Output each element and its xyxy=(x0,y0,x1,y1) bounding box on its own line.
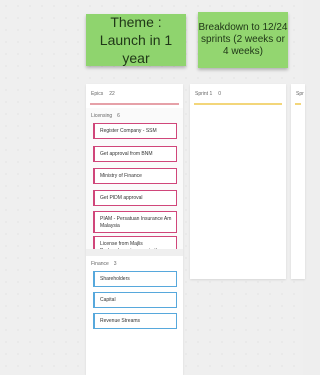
card-text: Ministry of Finance xyxy=(100,173,142,179)
column-title: Epics xyxy=(91,91,104,97)
swimlane-title: Finance xyxy=(91,261,109,267)
card-revenue-streams[interactable]: Revenue Streams xyxy=(93,313,177,329)
sticky-note-text: Breakdown to 12/24 sprints (2 weeks or 4… xyxy=(198,22,288,57)
column-sprint-2[interactable]: Spr xyxy=(291,84,305,279)
card-bnm-approval[interactable]: Get approval from BNM xyxy=(93,146,177,162)
card-text: Get PIDM approval xyxy=(100,195,143,201)
swimlane-header: Licensing 6 xyxy=(86,108,183,122)
card-text: Revenue Streams xyxy=(100,318,141,324)
card-piam[interactable]: PIAM - Persatuan Insurance Am Malaysia xyxy=(93,211,177,233)
swimlane-title: Licensing xyxy=(91,113,113,119)
column-count: 0 xyxy=(218,91,222,97)
sticky-note-text: Theme : Launch in 1 year xyxy=(99,14,173,66)
column-epics[interactable]: Epics 22 Licensing 6 Register Company - SS… xyxy=(86,84,183,375)
sticky-note-breakdown[interactable]: Breakdown to 12/24 sprints (2 weeks or 4… xyxy=(198,12,288,68)
card-capital[interactable]: Capital xyxy=(93,292,177,308)
column-sprint-1[interactable]: Sprint 1 0 xyxy=(190,84,286,279)
sticky-note-theme[interactable]: Theme : Launch in 1 year xyxy=(86,14,186,66)
column-header: Sprint 1 0 xyxy=(190,84,286,103)
swimlane-finance[interactable]: Finance 3 Shareholders Capital Revenue St… xyxy=(86,256,183,375)
swimlane-licensing[interactable]: Licensing 6 Register Company - SSM Get ap… xyxy=(86,108,183,270)
card-register-company[interactable]: Register Company - SSM xyxy=(93,123,177,139)
column-count: 22 xyxy=(109,91,115,97)
column-color-bar xyxy=(90,103,179,105)
card-text: Get approval from BNM xyxy=(100,151,153,157)
card-text: Register Company - SSM xyxy=(100,128,157,134)
card-text: Shareholders xyxy=(100,276,130,282)
column-title: Sprint 1 xyxy=(195,91,213,97)
swimlane-header: Finance 3 xyxy=(86,256,183,270)
column-color-bar xyxy=(194,103,282,105)
column-color-bar xyxy=(295,103,301,105)
card-shareholders[interactable]: Shareholders xyxy=(93,271,177,287)
card-text: PIAM - Persatuan Insurance Am Malaysia xyxy=(100,216,172,229)
card-ministry-finance[interactable]: Ministry of Finance xyxy=(93,168,177,184)
swimlane-count: 3 xyxy=(113,261,117,267)
column-header: Epics 22 xyxy=(86,84,183,103)
card-text: Capital xyxy=(100,297,116,303)
swimlane-count: 6 xyxy=(117,113,120,119)
card-pidm-approval[interactable]: Get PIDM approval xyxy=(93,190,177,206)
column-title: Spr xyxy=(296,91,304,97)
swimlane-divider xyxy=(86,249,183,256)
column-header: Spr xyxy=(291,84,305,103)
